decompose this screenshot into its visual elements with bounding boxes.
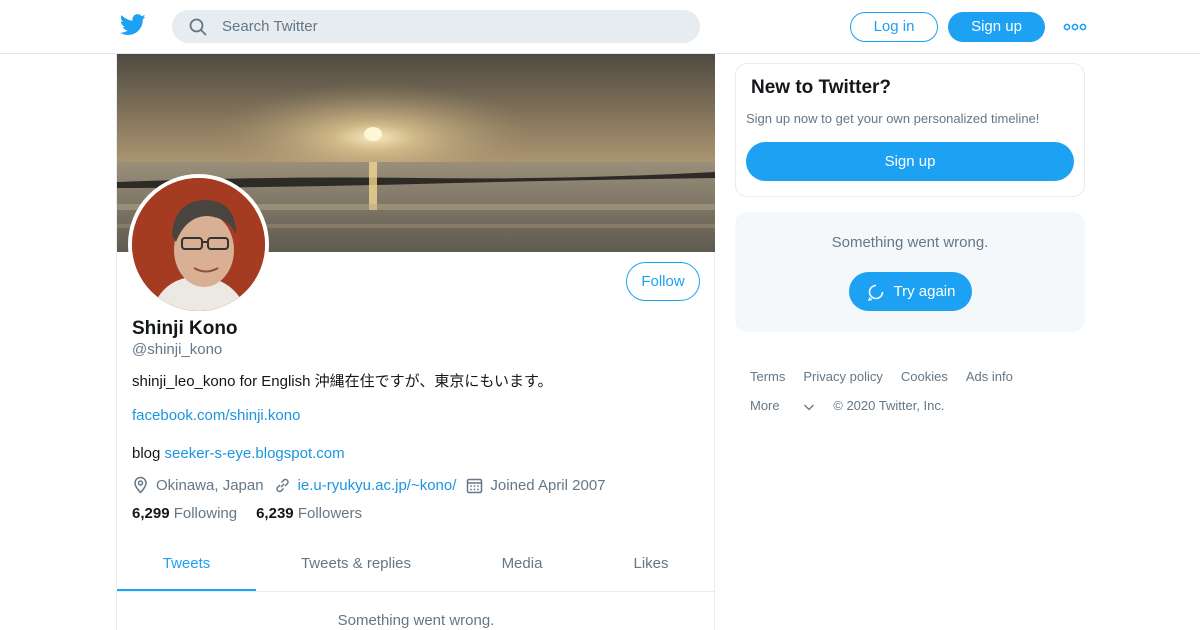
try-again-label: Try again bbox=[893, 283, 956, 300]
tab-tweets[interactable]: Tweets bbox=[117, 544, 256, 591]
profile-location: Okinawa, Japan bbox=[132, 476, 264, 494]
search-box[interactable] bbox=[172, 10, 700, 43]
location-text: Okinawa, Japan bbox=[156, 476, 264, 494]
search-input[interactable] bbox=[222, 10, 682, 43]
bio-blog-label: blog bbox=[132, 445, 165, 462]
refresh-icon bbox=[867, 284, 883, 301]
new-to-twitter-title: New to Twitter? bbox=[751, 77, 892, 98]
footer-more-label: More bbox=[750, 398, 780, 413]
following-stat[interactable]: 6,299 Following bbox=[132, 505, 237, 522]
link-icon bbox=[275, 478, 289, 492]
timeline-error-message: Something went wrong. bbox=[337, 612, 495, 629]
top-nav-bar: Log in Sign up bbox=[0, 0, 1200, 54]
profile-name: Shinji Kono bbox=[132, 318, 238, 339]
login-button[interactable]: Log in bbox=[850, 12, 938, 42]
profile-column: Follow Shinji Kono @shinji_kono shinji_l… bbox=[116, 54, 715, 630]
tab-likes[interactable]: Likes bbox=[606, 544, 696, 591]
follow-button[interactable]: Follow bbox=[626, 262, 700, 301]
profile-website[interactable]: ie.u-ryukyu.ac.jp/~kono/ bbox=[274, 477, 457, 494]
more-dots-icon[interactable] bbox=[1063, 20, 1087, 34]
footer-link-ads-info[interactable]: Ads info bbox=[966, 369, 1013, 384]
signup-button-header[interactable]: Sign up bbox=[948, 12, 1045, 42]
joined-text: Joined April 2007 bbox=[490, 476, 606, 494]
bio-blog-link[interactable]: seeker-s-eye.blogspot.com bbox=[165, 445, 345, 462]
followers-count: 6,239 bbox=[256, 505, 294, 522]
followers-label: Followers bbox=[297, 505, 362, 522]
footer-link-terms[interactable]: Terms bbox=[750, 369, 785, 384]
new-to-twitter-card: New to Twitter? Sign up now to get your … bbox=[735, 63, 1085, 197]
search-icon bbox=[189, 18, 207, 36]
footer-more-menu[interactable]: More bbox=[750, 398, 815, 413]
calendar-icon bbox=[467, 478, 483, 493]
tab-media[interactable]: Media bbox=[462, 544, 582, 591]
chevron-down-icon bbox=[804, 404, 815, 410]
twitter-bird-icon[interactable] bbox=[120, 14, 146, 36]
tab-tweets-replies[interactable]: Tweets & replies bbox=[287, 544, 425, 591]
location-pin-icon bbox=[134, 476, 147, 494]
profile-tabs: Tweets Tweets & replies Media Likes bbox=[117, 544, 715, 592]
bio-facebook-link[interactable]: facebook.com/shinji.kono bbox=[132, 407, 300, 424]
footer-link-privacy[interactable]: Privacy policy bbox=[803, 369, 882, 384]
profile-handle: @shinji_kono bbox=[132, 341, 223, 358]
sidebar-error-message: Something went wrong. bbox=[831, 234, 989, 251]
footer-link-cookies[interactable]: Cookies bbox=[901, 369, 948, 384]
sidebar-error-card: Something went wrong. Try again bbox=[735, 212, 1085, 332]
new-to-twitter-text: Sign up now to get your own personalized… bbox=[746, 111, 1040, 126]
profile-bio-text: shinji_leo_kono for English 沖縄在住ですが、東京にも… bbox=[132, 373, 553, 390]
footer-copyright: © 2020 Twitter, Inc. bbox=[833, 398, 945, 413]
followers-stat[interactable]: 6,239 Followers bbox=[256, 505, 362, 522]
try-again-button[interactable]: Try again bbox=[849, 272, 972, 311]
signup-button-sidebar[interactable]: Sign up bbox=[746, 142, 1074, 181]
following-label: Following bbox=[173, 505, 238, 522]
profile-joined: Joined April 2007 bbox=[466, 476, 606, 494]
following-count: 6,299 bbox=[132, 505, 170, 522]
profile-bio-blog: blog seeker-s-eye.blogspot.com bbox=[132, 445, 345, 462]
profile-stats: 6,299 Following 6,239 Followers bbox=[132, 505, 381, 522]
website-link[interactable]: ie.u-ryukyu.ac.jp/~kono/ bbox=[298, 477, 457, 494]
profile-avatar[interactable] bbox=[128, 174, 269, 315]
profile-meta: Okinawa, Japan ie.u-ryukyu.ac.jp/~kono/ … bbox=[132, 474, 616, 496]
footer-links: Terms Privacy policy Cookies Ads info Mo… bbox=[750, 362, 1080, 420]
